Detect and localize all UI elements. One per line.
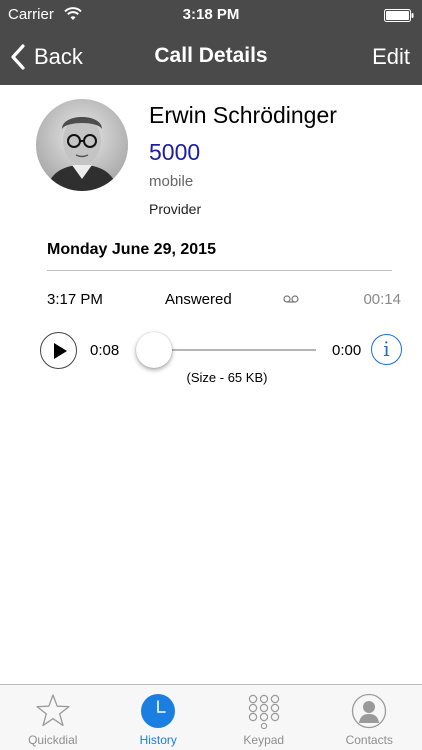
back-label: Back bbox=[34, 44, 83, 69]
header: Carrier 3:18 PM Back Call Details Edit bbox=[0, 0, 422, 85]
status-time: 3:18 PM bbox=[182, 6, 240, 23]
tab-label: Contacts bbox=[345, 733, 393, 747]
call-status: Answered bbox=[165, 291, 232, 308]
tab-keypad[interactable]: Keypad bbox=[211, 685, 317, 750]
tab-label: Quickdial bbox=[28, 733, 78, 747]
back-button[interactable]: Back bbox=[10, 40, 83, 74]
playback-slider-track[interactable] bbox=[154, 349, 316, 351]
remaining-time: 0:00 bbox=[332, 342, 362, 359]
info-button[interactable]: i bbox=[371, 334, 402, 365]
call-time: 3:17 PM bbox=[47, 291, 103, 308]
tab-contacts[interactable]: Contacts bbox=[317, 685, 422, 750]
contact-provider: Provider bbox=[149, 201, 202, 217]
playback-slider-thumb[interactable] bbox=[136, 332, 172, 368]
tab-label: History bbox=[139, 733, 177, 747]
call-duration: 00:14 bbox=[363, 291, 401, 308]
edit-button[interactable]: Edit bbox=[372, 44, 410, 70]
contact-number-type: mobile bbox=[149, 173, 194, 190]
contact-name: Erwin Schrödinger bbox=[149, 102, 337, 128]
clock-icon bbox=[141, 694, 176, 728]
tab-history[interactable]: History bbox=[106, 685, 212, 750]
tab-bar: Quickdial History Keypad Contacts bbox=[0, 684, 422, 750]
keypad-icon bbox=[248, 694, 279, 729]
play-icon bbox=[54, 343, 67, 359]
nav-bar: Back Call Details Edit bbox=[0, 30, 422, 85]
play-button[interactable] bbox=[40, 332, 77, 369]
status-bar: Carrier 3:18 PM bbox=[0, 0, 422, 30]
star-icon bbox=[36, 694, 70, 727]
voicemail-icon bbox=[283, 295, 299, 303]
file-size-label: (Size - 65 KB) bbox=[186, 370, 268, 385]
battery-icon bbox=[384, 9, 414, 22]
contacts-icon bbox=[352, 693, 387, 729]
call-date: Monday June 29, 2015 bbox=[47, 241, 216, 258]
tab-quickdial[interactable]: Quickdial bbox=[0, 685, 106, 750]
chevron-left-icon bbox=[11, 44, 25, 70]
tab-label: Keypad bbox=[243, 733, 285, 747]
avatar bbox=[36, 99, 128, 191]
elapsed-time: 0:08 bbox=[90, 342, 120, 359]
contact-number[interactable]: 5000 bbox=[149, 139, 200, 166]
divider bbox=[47, 270, 392, 271]
